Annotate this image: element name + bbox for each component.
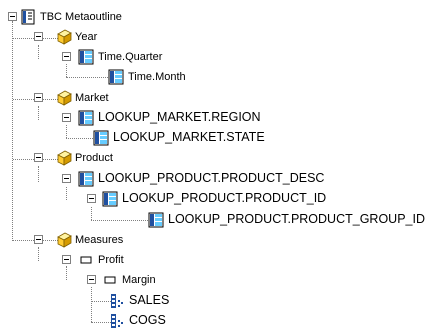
tree-node-label: LOOKUP_MARKET.REGION (98, 110, 261, 124)
member-box-icon (78, 252, 94, 268)
tree-node-label: Product (75, 152, 113, 164)
tree-node-label: LOOKUP_PRODUCT.PRODUCT_DESC (98, 171, 325, 185)
tree-node-lookup-product-group-id[interactable]: LOOKUP_PRODUCT.PRODUCT_GROUP_ID (0, 211, 446, 229)
tree-node-label: Profit (98, 254, 124, 266)
tree-node-lookup-product-id[interactable]: LOOKUP_PRODUCT.PRODUCT_ID (0, 190, 380, 208)
dimension-icon (56, 90, 72, 106)
collapse-toggle[interactable] (34, 32, 43, 41)
tree-node-label: Time.Month (128, 71, 186, 83)
tree-node-market[interactable]: Market (0, 89, 180, 107)
tree-node-measures[interactable]: Measures (0, 231, 180, 249)
collapse-toggle[interactable] (8, 12, 17, 21)
tree-node-label: Measures (75, 234, 124, 246)
dimension-icon (56, 29, 72, 45)
measure-icon (109, 313, 125, 329)
tree-node-lookup-market-region[interactable]: LOOKUP_MARKET.REGION (0, 109, 300, 127)
level-icon (148, 212, 164, 228)
collapse-toggle[interactable] (62, 255, 71, 264)
level-icon (102, 191, 118, 207)
tree-node-label: COGS (129, 313, 166, 327)
level-icon (93, 130, 109, 146)
tree-node-label: Margin (122, 274, 156, 286)
tree-node-year[interactable]: Year (0, 28, 180, 46)
tree-node-label: Year (75, 31, 98, 43)
collapse-toggle[interactable] (34, 153, 43, 162)
dimension-icon (56, 150, 72, 166)
tree-node-margin[interactable]: Margin (0, 271, 180, 289)
collapse-toggle[interactable] (62, 113, 71, 122)
collapse-toggle[interactable] (62, 52, 71, 61)
tree-node-label: Time.Quarter (98, 51, 163, 63)
tree-node-time-month[interactable]: Time.Month (0, 68, 220, 86)
member-box-icon (102, 272, 118, 288)
tree-node-label: LOOKUP_PRODUCT.PRODUCT_ID (122, 191, 327, 205)
measure-icon (109, 293, 125, 309)
tree-node-label: Market (75, 92, 109, 104)
level-icon (78, 171, 94, 187)
tree-node-label: LOOKUP_PRODUCT.PRODUCT_GROUP_ID (168, 212, 425, 226)
dimension-icon (56, 232, 72, 248)
tree-node-cogs[interactable]: COGS (0, 312, 200, 330)
tree-node-product[interactable]: Product (0, 149, 180, 167)
collapse-toggle[interactable] (62, 174, 71, 183)
tree-node-label: LOOKUP_MARKET.STATE (113, 130, 265, 144)
tree-node-lookup-market-state[interactable]: LOOKUP_MARKET.STATE (0, 129, 320, 147)
tree-node-root[interactable]: TBC Metaoutline (0, 8, 180, 26)
tree-node-label: SALES (129, 293, 170, 307)
level-icon (78, 110, 94, 126)
level-icon (108, 69, 124, 85)
tree-node-profit[interactable]: Profit (0, 251, 180, 269)
tree-node-sales[interactable]: SALES (0, 292, 200, 310)
level-icon (78, 49, 94, 65)
collapse-toggle[interactable] (87, 275, 96, 284)
outline-icon (20, 9, 36, 25)
collapse-toggle[interactable] (34, 235, 43, 244)
tree-node-time-quarter[interactable]: Time.Quarter (0, 48, 220, 66)
collapse-toggle[interactable] (34, 93, 43, 102)
tree-node-lookup-product-desc[interactable]: LOOKUP_PRODUCT.PRODUCT_DESC (0, 170, 380, 188)
tree-node-label: TBC Metaoutline (40, 11, 122, 23)
collapse-toggle[interactable] (87, 194, 96, 203)
metaoutline-tree: TBC Metaoutline Year Time.Quarter Time.M… (0, 0, 446, 330)
